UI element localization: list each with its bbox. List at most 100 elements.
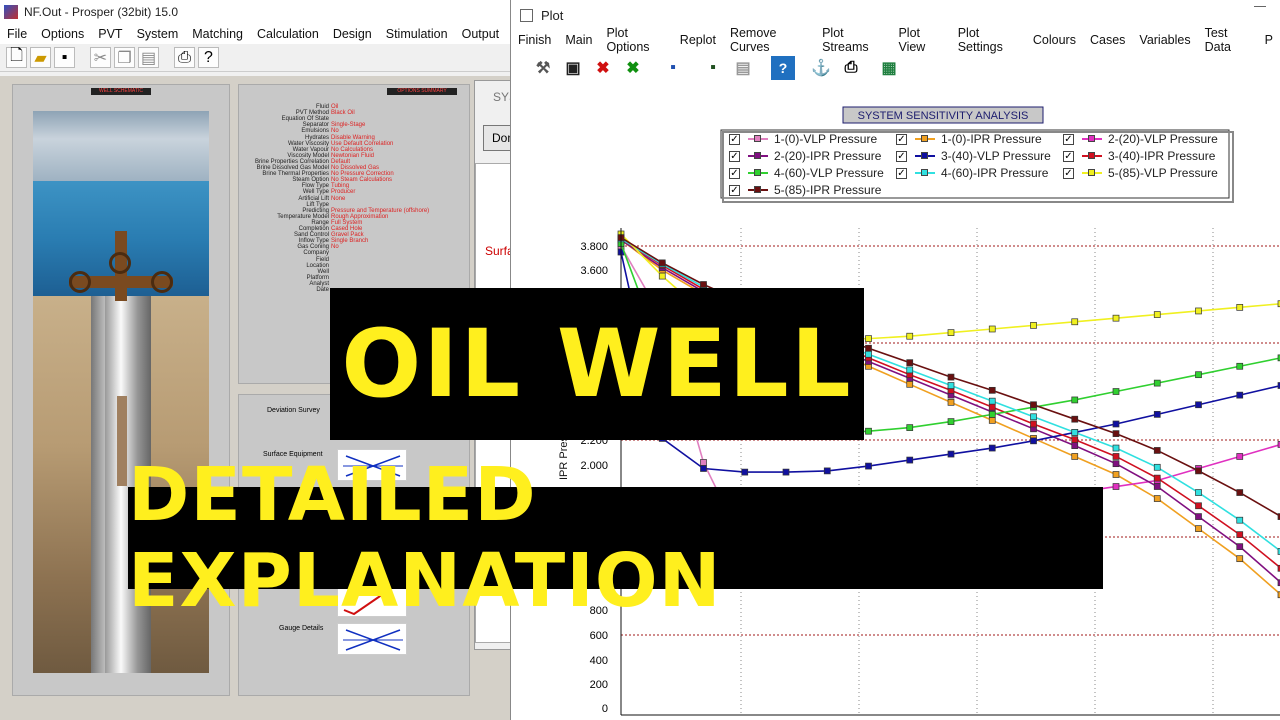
- plot-window-title: Plot: [541, 7, 564, 23]
- data-point: [1195, 513, 1202, 520]
- copy-icon[interactable]: ❐: [114, 47, 135, 68]
- help-icon[interactable]: ?: [771, 56, 795, 80]
- save-disk-icon[interactable]: ▪: [661, 56, 685, 80]
- open-plot-icon[interactable]: ▤: [731, 56, 755, 80]
- y-tick-label: 400: [590, 655, 608, 667]
- data-point: [1030, 322, 1037, 329]
- data-point: [1236, 362, 1244, 370]
- plot-menu-colours[interactable]: Colours: [1026, 33, 1083, 47]
- legend-checkbox[interactable]: ✓: [729, 184, 740, 196]
- summary-key: Date: [316, 287, 329, 293]
- print-icon[interactable]: ⎙: [839, 56, 863, 80]
- data-point: [947, 329, 955, 336]
- legend-item[interactable]: ✓ 1-(0)-VLP Pressure: [729, 132, 877, 146]
- plot-menu-variables[interactable]: Variables: [1132, 33, 1197, 47]
- data-point: [906, 424, 914, 431]
- legend-checkbox[interactable]: ✓: [1063, 150, 1074, 162]
- data-point: [988, 444, 996, 452]
- plot-menu-plot-view[interactable]: Plot View: [891, 26, 950, 54]
- data-point: [1195, 489, 1202, 496]
- legend-item[interactable]: ✓ 4-(60)-IPR Pressure: [896, 166, 1048, 180]
- legend-item[interactable]: ✓ 5-(85)-VLP Pressure: [1063, 166, 1218, 180]
- data-point: [1195, 307, 1202, 315]
- zoom-box-icon[interactable]: ▣: [561, 56, 585, 80]
- prosper-menu-matching[interactable]: Matching: [185, 27, 250, 41]
- data-table-icon[interactable]: ▦: [877, 56, 901, 80]
- prosper-menu-output[interactable]: Output: [455, 27, 507, 41]
- minimize-icon[interactable]: [1254, 6, 1266, 7]
- legend-item[interactable]: ✓ 2-(20)-IPR Pressure: [729, 149, 881, 163]
- open-folder-icon[interactable]: ▰: [30, 47, 51, 68]
- close-green-icon[interactable]: ✖: [621, 56, 645, 80]
- new-file-icon[interactable]: 🗋: [6, 47, 27, 68]
- legend-checkbox[interactable]: ✓: [896, 150, 907, 162]
- data-point: [1153, 311, 1161, 318]
- data-point: [658, 272, 666, 280]
- tools-icon[interactable]: ⚒: [531, 56, 555, 80]
- legend-checkbox[interactable]: ✓: [729, 150, 740, 162]
- data-point: [988, 386, 996, 394]
- detailed-explanation-title: DETAILED EXPLANATION: [128, 452, 722, 624]
- legend-item[interactable]: ✓ 3-(40)-IPR Pressure: [1063, 149, 1215, 163]
- save-plot-icon[interactable]: ▪: [701, 56, 725, 80]
- legend-item[interactable]: ✓ 2-(20)-VLP Pressure: [1063, 132, 1218, 146]
- data-point: [1112, 430, 1120, 437]
- plot-menu-cases[interactable]: Cases: [1083, 33, 1132, 47]
- legend-item[interactable]: ✓ 5-(85)-IPR Pressure: [729, 183, 881, 197]
- legend-checkbox[interactable]: ✓: [896, 167, 907, 179]
- prosper-menu-design[interactable]: Design: [326, 27, 379, 41]
- plot-menu-test-data[interactable]: Test Data: [1198, 26, 1258, 54]
- legend-item[interactable]: ✓ 1-(0)-IPR Pressure: [896, 132, 1042, 146]
- plot-menubar: Finish Main Plot Options Replot Remove Curve…: [511, 26, 1280, 54]
- close-red-icon[interactable]: ✖: [591, 56, 615, 80]
- plot-menu-p[interactable]: P: [1258, 33, 1280, 47]
- data-point: [988, 397, 996, 405]
- prosper-menu-system[interactable]: System: [130, 27, 186, 41]
- plot-menu-remove-curves[interactable]: Remove Curves: [723, 26, 815, 54]
- prosper-menu-stimulation[interactable]: Stimulation: [379, 27, 455, 41]
- prosper-menu-file[interactable]: File: [0, 27, 34, 41]
- legend-checkbox[interactable]: ✓: [729, 167, 740, 179]
- plot-menu-plot-settings[interactable]: Plot Settings: [951, 26, 1026, 54]
- oil-well-title: OIL WELL: [341, 309, 853, 419]
- plot-menu-plot-options[interactable]: Plot Options: [599, 26, 672, 54]
- data-point: [1153, 379, 1161, 387]
- data-point: [947, 373, 955, 381]
- legend-checkbox[interactable]: ✓: [729, 133, 740, 145]
- legend-label: 1-(0)-IPR Pressure: [941, 132, 1042, 146]
- print-icon[interactable]: ⎙: [174, 47, 195, 68]
- data-point: [1112, 444, 1120, 452]
- data-point: [1071, 318, 1079, 326]
- y-tick-label: 3.600: [580, 265, 608, 277]
- y-tick-label: 600: [590, 630, 608, 642]
- plot-menu-finish[interactable]: Finish: [511, 33, 558, 47]
- paste-icon[interactable]: ▤: [138, 47, 159, 68]
- legend-checkbox[interactable]: ✓: [1063, 133, 1074, 145]
- data-point: [1236, 555, 1244, 563]
- legend-label: 3-(40)-VLP Pressure: [941, 149, 1051, 163]
- plot-menu-replot[interactable]: Replot: [673, 33, 723, 47]
- help-icon[interactable]: ?: [198, 47, 219, 68]
- legend-checkbox[interactable]: ✓: [1063, 167, 1074, 179]
- plot-menu-main[interactable]: Main: [558, 33, 599, 47]
- data-point: [1236, 531, 1244, 538]
- prosper-titlebar: NF.Out - Prosper (32bit) 15.0: [0, 0, 512, 24]
- prosper-menu-calculation[interactable]: Calculation: [250, 27, 326, 41]
- chart-legend: ✓ 1-(0)-VLP Pressure ✓ 1-(0)-IPR Pressure ✓ 2…: [723, 129, 1229, 197]
- data-point: [1153, 447, 1161, 454]
- legend-item[interactable]: ✓ 3-(40)-VLP Pressure: [896, 149, 1051, 163]
- data-point: [700, 281, 707, 288]
- save-icon[interactable]: ▪: [54, 47, 75, 68]
- prosper-menu-pvt[interactable]: PVT: [91, 27, 129, 41]
- oil-well-banner: OIL WELL: [330, 288, 864, 440]
- cut-icon[interactable]: ✂: [90, 47, 111, 68]
- legend-checkbox[interactable]: ✓: [896, 133, 907, 145]
- data-point: [1030, 401, 1037, 409]
- legend-item[interactable]: ✓ 4-(60)-VLP Pressure: [729, 166, 884, 180]
- anchor-icon[interactable]: ⚓: [809, 56, 833, 80]
- plot-menu-plot-streams[interactable]: Plot Streams: [815, 26, 891, 54]
- prosper-menu-options[interactable]: Options: [34, 27, 91, 41]
- window-title: NF.Out - Prosper (32bit) 15.0: [24, 5, 179, 19]
- gauge-details-button[interactable]: [337, 623, 407, 655]
- data-point: [1195, 401, 1202, 409]
